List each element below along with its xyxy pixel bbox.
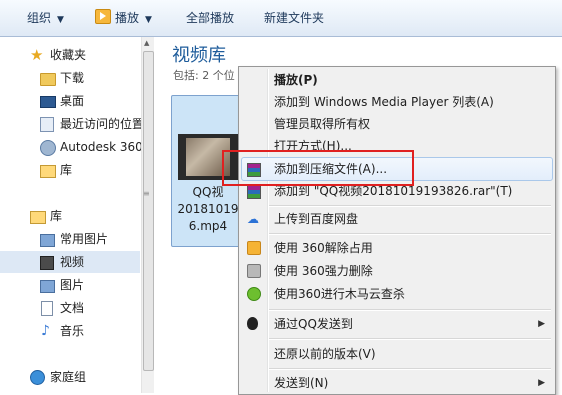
qq-icon <box>247 317 258 330</box>
sidebar-item-label: 音乐 <box>60 324 85 338</box>
sidebar-item-label: 图片 <box>60 278 85 292</box>
sidebar-item-downloads[interactable]: 下载 <box>0 67 140 89</box>
sidebar-item-libraries[interactable]: 库 <box>0 205 140 227</box>
menu-item-upload-baidu[interactable]: ☁ 上传到百度网盘 <box>241 208 553 230</box>
file-name-line: QQ视 <box>192 185 224 199</box>
organize-button[interactable]: 组织 ▼ <box>27 0 64 36</box>
document-icon <box>41 301 53 316</box>
sidebar-item-label: Autodesk 360 <box>60 140 143 154</box>
menu-item-add-to-wmp-list[interactable]: 添加到 Windows Media Player 列表(A) <box>241 91 553 113</box>
menu-separator <box>269 309 551 311</box>
menu-item-restore-previous-versions[interactable]: 还原以前的版本(V) <box>241 343 553 365</box>
sidebar-scrollbar[interactable]: ▲ ≡ <box>141 37 154 393</box>
sidebar-item-label: 常用图片 <box>60 232 109 246</box>
menu-item-label: 添加到 Windows Media Player 列表(A) <box>274 95 494 109</box>
menu-item-label: 上传到百度网盘 <box>274 212 359 226</box>
menu-item-label: 播放(P) <box>274 73 318 87</box>
pictures-icon <box>40 280 55 293</box>
music-icon: ♪ <box>41 323 50 339</box>
desktop-icon <box>40 96 56 108</box>
sidebar-item-documents[interactable]: 文档 <box>0 297 140 319</box>
star-icon: ★ <box>30 46 44 64</box>
menu-separator <box>269 368 551 370</box>
file-name-line: 6.mp4 <box>188 219 228 233</box>
sidebar-item-pictures[interactable]: 图片 <box>0 274 140 296</box>
file-name-line: 20181019 <box>177 202 239 216</box>
sidebar-item-label: 家庭组 <box>50 370 87 384</box>
menu-item-label: 使用360进行木马云查杀 <box>274 287 405 301</box>
sidebar-item-videos[interactable]: 视频 <box>0 251 140 273</box>
sidebar-item-recent-places[interactable]: 最近访问的位置 <box>0 113 144 135</box>
sidebar-item-autodesk-360[interactable]: Autodesk 360 <box>0 136 143 158</box>
sidebar-item-favorites[interactable]: ★ 收藏夹 <box>0 44 140 66</box>
navigation-pane: ★ 收藏夹 下载 桌面 最近访问的位置 Autodesk 360 库 库 常用图… <box>0 37 144 393</box>
homegroup-icon <box>30 370 45 385</box>
scroll-up-arrow-icon[interactable]: ▲ <box>144 39 149 47</box>
menu-item-take-ownership[interactable]: 管理员取得所有权 <box>241 113 553 135</box>
chevron-down-icon: ▼ <box>57 15 64 25</box>
chevron-down-icon: ▼ <box>145 15 152 25</box>
sidebar-item-homegroup[interactable]: 家庭组 <box>0 366 140 388</box>
sidebar-item-label: 收藏夹 <box>50 48 87 62</box>
menu-item-send-via-qq[interactable]: 通过QQ发送到 ▶ <box>241 313 553 335</box>
video-icon <box>40 256 54 270</box>
toolbar: 组织 ▼ 播放 ▼ 全部播放 新建文件夹 <box>0 0 562 37</box>
page-title: 视频库 <box>172 45 226 66</box>
sidebar-item-label: 最近访问的位置 <box>60 117 145 131</box>
sidebar-item-label: 下载 <box>60 71 85 85</box>
scrollbar-thumb[interactable] <box>143 51 154 371</box>
play-all-label: 全部播放 <box>186 11 235 25</box>
new-folder-button[interactable]: 新建文件夹 <box>264 0 324 36</box>
pictures-icon <box>40 234 55 247</box>
menu-item-label: 通过QQ发送到 <box>274 317 353 331</box>
menu-separator <box>269 233 551 235</box>
sidebar-item-label: 文档 <box>60 301 85 315</box>
sidebar-item-label: 库 <box>60 163 73 177</box>
play-icon <box>95 9 111 24</box>
folder-icon <box>40 73 56 86</box>
play-all-button[interactable]: 全部播放 <box>186 0 234 36</box>
menu-item-360-unlock[interactable]: 使用 360解除占用 <box>241 237 553 259</box>
submenu-arrow-icon: ▶ <box>538 378 545 388</box>
menu-separator <box>269 338 551 340</box>
sidebar-item-common-pictures[interactable]: 常用图片 <box>0 228 140 250</box>
menu-item-label: 管理员取得所有权 <box>274 117 371 131</box>
scroll-grip-icon: ≡ <box>143 189 150 198</box>
menu-item-label: 使用 360解除占用 <box>274 241 373 255</box>
file-name: QQ视 20181019 6.mp4 <box>172 184 244 235</box>
menu-separator <box>269 205 551 207</box>
menu-item-360-trojan-scan[interactable]: 使用360进行木马云查杀 <box>241 283 553 305</box>
baidu-cloud-icon: ☁ <box>247 212 259 226</box>
sidebar-item-desktop[interactable]: 桌面 <box>0 90 140 112</box>
library-icon <box>30 211 46 224</box>
play-button[interactable]: 播放 ▼ <box>95 0 152 36</box>
submenu-arrow-icon: ▶ <box>538 319 545 329</box>
360-unlock-icon <box>247 241 261 255</box>
play-label: 播放 <box>115 11 140 25</box>
menu-item-360-force-delete[interactable]: 使用 360强力删除 <box>241 260 553 282</box>
winrar-icon <box>247 185 261 199</box>
highlight-box <box>222 150 414 186</box>
context-menu: 播放(P) 添加到 Windows Media Player 列表(A) 管理员… <box>238 66 556 395</box>
recent-places-icon <box>40 117 54 132</box>
sidebar-item-label: 视频 <box>60 255 85 269</box>
menu-item-label: 发送到(N) <box>274 376 329 390</box>
library-includes-text[interactable]: 包括: 2 个位 <box>173 67 235 83</box>
360-delete-icon <box>247 264 261 278</box>
new-folder-label: 新建文件夹 <box>264 11 325 25</box>
sidebar-item-label: 桌面 <box>60 94 85 108</box>
menu-item-play[interactable]: 播放(P) <box>241 69 553 91</box>
sidebar-item-label: 库 <box>50 209 63 223</box>
library-icon <box>40 165 56 178</box>
360-scan-icon <box>247 287 261 301</box>
sidebar-item-library-shortcut[interactable]: 库 <box>0 159 140 181</box>
sidebar-item-music[interactable]: ♪ 音乐 <box>0 320 140 342</box>
autodesk-icon <box>40 140 56 156</box>
menu-item-label: 使用 360强力删除 <box>274 264 373 278</box>
menu-item-send-to[interactable]: 发送到(N) ▶ <box>241 372 553 394</box>
menu-item-label: 还原以前的版本(V) <box>274 347 376 361</box>
organize-label: 组织 <box>27 11 52 25</box>
